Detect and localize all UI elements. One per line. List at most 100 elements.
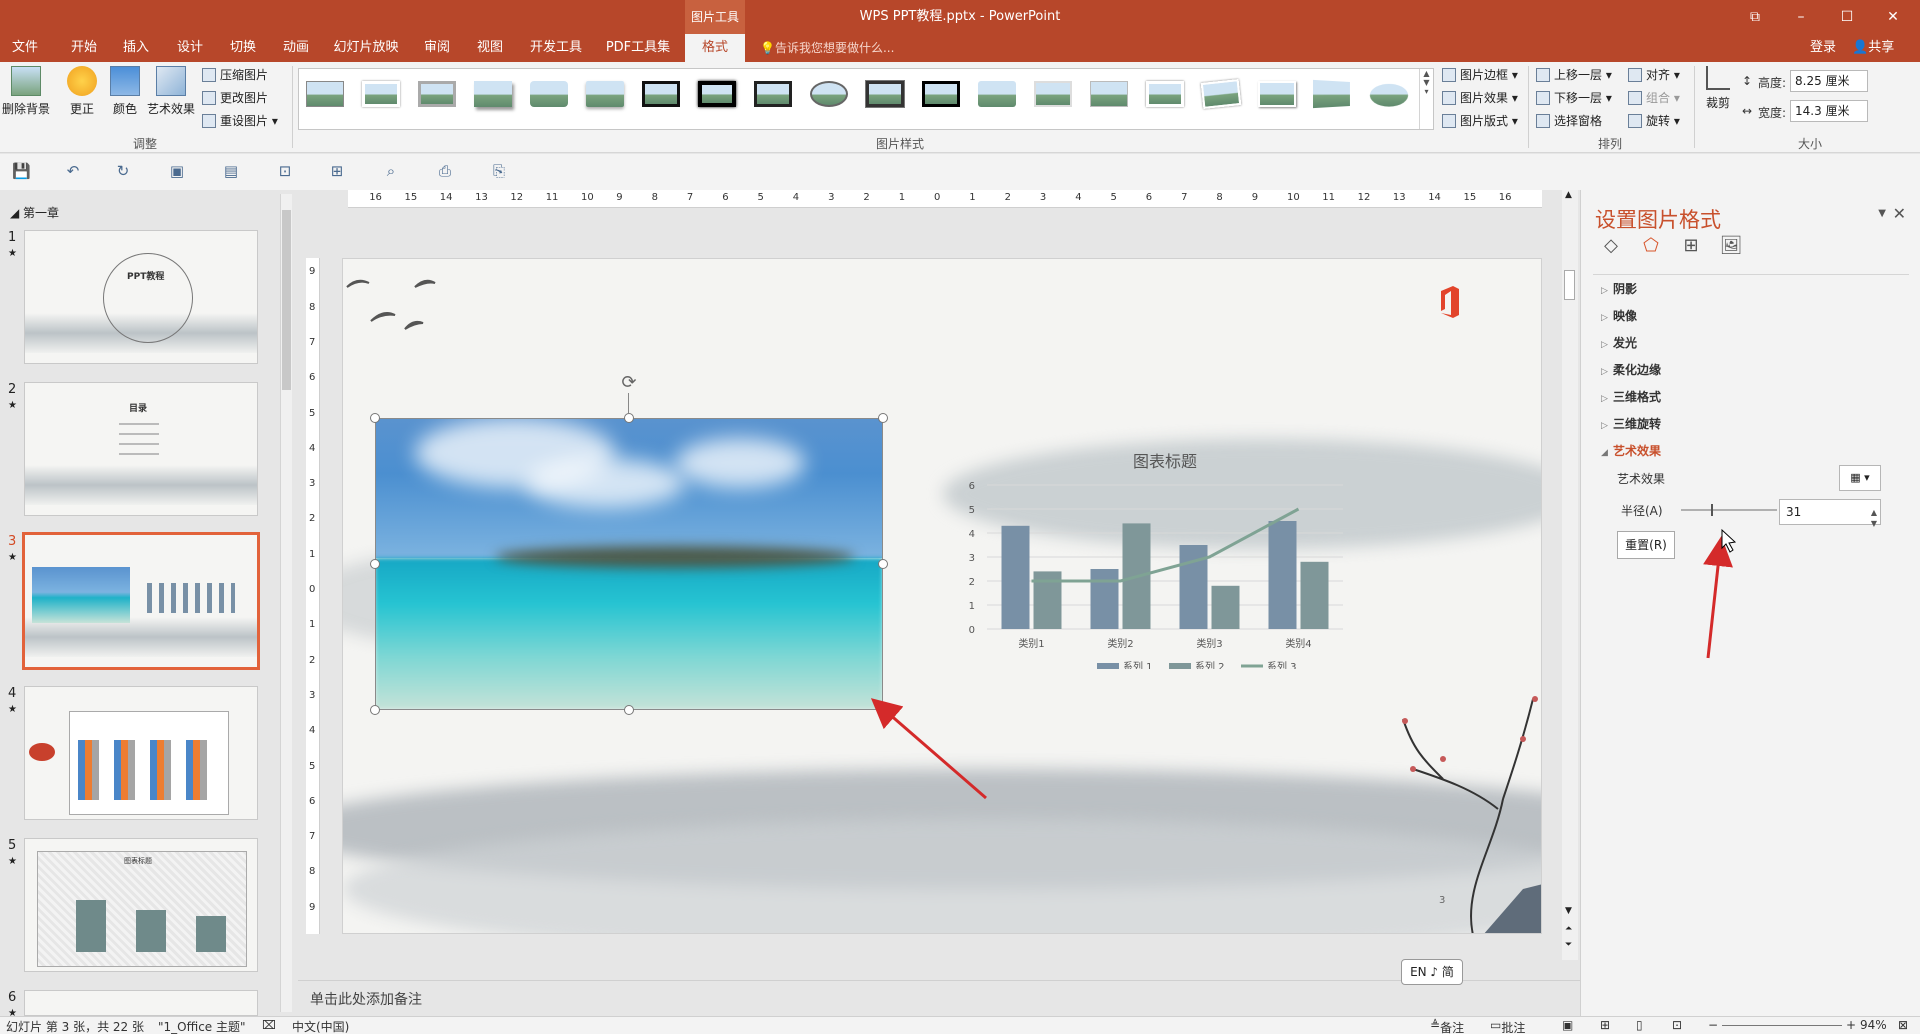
radius-slider[interactable] — [1681, 504, 1777, 516]
section-3d-rotation[interactable]: ▷ 三维旋转 — [1601, 415, 1661, 432]
picture-style-thumb[interactable] — [1255, 77, 1299, 111]
picture-style-thumb[interactable] — [919, 77, 963, 111]
color-button[interactable]: 颜色 — [99, 64, 151, 134]
pane-close-icon[interactable]: ✕ — [1893, 204, 1906, 223]
slide-thumbnail[interactable] — [24, 686, 258, 820]
picture-style-thumb[interactable] — [1311, 77, 1355, 111]
tab-design[interactable]: 设计 — [168, 34, 212, 62]
picture-style-thumb[interactable] — [415, 77, 459, 111]
radius-input[interactable]: 31 ▲ ▼ — [1779, 499, 1881, 528]
picture-style-thumb[interactable] — [751, 77, 795, 111]
width-input[interactable]: 14.3 厘米 — [1790, 100, 1868, 122]
zoom-level[interactable]: 94% — [1860, 1018, 1887, 1032]
print-icon[interactable]: ⎙ — [436, 162, 454, 180]
zoom-slider[interactable] — [1722, 1025, 1842, 1026]
picture-style-thumb[interactable] — [303, 77, 347, 111]
picture-style-thumb[interactable] — [1143, 77, 1187, 111]
share-button[interactable]: 👤共享 — [1852, 34, 1894, 62]
size-properties-icon[interactable]: ⊞ — [1679, 234, 1703, 258]
picture-styles-gallery[interactable]: ▲ ▼ ▾ — [298, 68, 1434, 130]
section-artistic-effects[interactable]: ◢ 艺术效果 — [1601, 442, 1661, 459]
rotate-handle-icon[interactable]: ⟳ — [619, 373, 639, 393]
zoom-in-icon[interactable]: + — [1846, 1018, 1856, 1032]
redo-icon[interactable]: ↻ — [114, 162, 132, 180]
slide-thumbnail[interactable]: 图表标题 — [24, 838, 258, 972]
scroll-down-arrow[interactable]: ▼ — [1565, 906, 1572, 916]
tab-review[interactable]: 审阅 — [415, 34, 459, 62]
notes-toggle[interactable]: ≜ 备注 — [1430, 1018, 1464, 1034]
section-soft-edges[interactable]: ▷ 柔化边缘 — [1601, 361, 1661, 378]
language[interactable]: 中文(中国) — [292, 1018, 349, 1034]
section-reflection[interactable]: ▷ 映像 — [1601, 307, 1637, 324]
picture-style-thumb[interactable] — [1367, 77, 1411, 111]
slide-thumbnail[interactable]: PPT教程 — [24, 230, 258, 364]
slide-scrollbar[interactable]: ▲ ▼ ⏶ ⏷ — [1562, 190, 1578, 960]
picture-style-thumb[interactable] — [583, 77, 627, 111]
export-icon[interactable]: ⎘ — [490, 162, 508, 180]
maximize-button[interactable]: ☐ — [1824, 0, 1870, 34]
send-backward-button[interactable]: 下移一层 ▾ — [1534, 87, 1612, 109]
picture-effects-button[interactable]: 图片效果 ▾ — [1440, 87, 1518, 109]
picture-style-thumb[interactable] — [975, 77, 1019, 111]
notes-pane[interactable]: 单击此处添加备注 — [298, 980, 1580, 1016]
normal-view-icon[interactable]: ▣ — [1562, 1018, 1573, 1032]
layout-icon[interactable]: ▤ — [222, 162, 240, 180]
tab-format[interactable]: 格式 — [685, 34, 745, 62]
tab-slideshow[interactable]: 幻灯片放映 — [328, 34, 404, 62]
slide-thumbnail[interactable] — [24, 990, 258, 1016]
reset-picture-button[interactable]: 重设图片 ▾ — [200, 110, 278, 132]
save-icon[interactable]: 💾 — [12, 162, 31, 180]
thumbnails-scrollbar[interactable] — [280, 194, 292, 1012]
picture-style-thumb[interactable] — [807, 77, 851, 111]
next-slide-arrow[interactable]: ⏷ — [1565, 940, 1572, 950]
picture-style-thumb[interactable] — [1199, 77, 1243, 111]
slide-thumbnail-selected[interactable] — [22, 532, 260, 670]
picture-style-thumb[interactable] — [1031, 77, 1075, 111]
picture-style-thumb[interactable] — [359, 77, 403, 111]
tell-me-search[interactable]: 💡告诉我您想要做什么... — [760, 34, 894, 62]
scroll-thumb[interactable] — [282, 210, 291, 390]
resize-handle[interactable] — [370, 559, 380, 569]
radius-slider-knob[interactable] — [1710, 504, 1713, 516]
section-glow[interactable]: ▷ 发光 — [1601, 334, 1637, 351]
present-icon[interactable]: ⊞ — [328, 162, 346, 180]
section-3d-format[interactable]: ▷ 三维格式 — [1601, 388, 1661, 405]
picture-layout-button[interactable]: 图片版式 ▾ — [1440, 110, 1518, 132]
picture-style-thumb[interactable] — [695, 77, 739, 111]
tab-transitions[interactable]: 切换 — [221, 34, 265, 62]
section-header[interactable]: ◢ 第一章 — [10, 204, 59, 221]
spin-down-icon[interactable]: ▼ — [1871, 512, 1877, 536]
tab-pdf-tools[interactable]: PDF工具集 — [600, 34, 676, 62]
resize-handle[interactable] — [370, 413, 380, 423]
minimize-button[interactable]: – — [1778, 0, 1824, 34]
chart[interactable]: 图表标题 0 1 2 3 4 5 6 类别1 类别2 类别3 类别4 系列 1 系列 2 系列 3 — [923, 419, 1363, 669]
resize-handle[interactable] — [878, 705, 888, 715]
slide-sorter-icon[interactable]: ⊞ — [1600, 1018, 1610, 1032]
picture-border-button[interactable]: 图片边框 ▾ — [1440, 64, 1518, 86]
close-button[interactable]: ✕ — [1870, 0, 1916, 34]
reset-button[interactable]: 重置(R) — [1617, 531, 1675, 559]
picture-style-thumb[interactable] — [1087, 77, 1131, 111]
align-button[interactable]: 对齐 ▾ — [1626, 64, 1680, 86]
resize-handle[interactable] — [878, 559, 888, 569]
slide-thumbnail[interactable]: 目录 — [24, 382, 258, 516]
new-slide-icon[interactable]: ▣ — [168, 162, 186, 180]
picture-style-thumb[interactable] — [639, 77, 683, 111]
resize-handle[interactable] — [624, 705, 634, 715]
picture-style-thumb[interactable] — [863, 77, 907, 111]
resize-handle[interactable] — [624, 413, 634, 423]
tab-developer[interactable]: 开发工具 — [522, 34, 590, 62]
tab-animations[interactable]: 动画 — [274, 34, 318, 62]
prev-slide-arrow[interactable]: ⏶ — [1565, 924, 1572, 934]
height-input[interactable]: 8.25 厘米 — [1790, 70, 1868, 92]
section-shadow[interactable]: ▷ 阴影 — [1601, 280, 1637, 297]
selection-pane-button[interactable]: 选择窗格 — [1534, 110, 1602, 132]
tab-view[interactable]: 视图 — [468, 34, 512, 62]
spellcheck-icon[interactable]: ⌧ — [262, 1018, 276, 1032]
resize-handle[interactable] — [370, 705, 380, 715]
selection-frame[interactable] — [375, 418, 883, 710]
comments-toggle[interactable]: ▭ 批注 — [1490, 1018, 1525, 1034]
artistic-effect-dropdown[interactable]: ▦ ▾ — [1839, 465, 1881, 491]
gallery-scroll[interactable]: ▲ ▼ ▾ — [1419, 69, 1433, 129]
scroll-up-arrow[interactable]: ▲ — [1565, 190, 1572, 200]
